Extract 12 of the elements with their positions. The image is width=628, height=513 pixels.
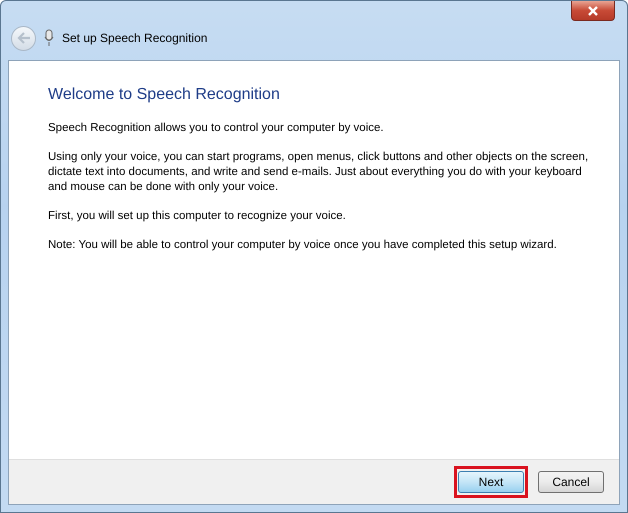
close-button[interactable] — [571, 1, 615, 21]
body-paragraph: First, you will set up this computer to recognize your voice. — [48, 209, 347, 224]
window-title: Set up Speech Recognition — [62, 30, 208, 47]
cancel-button[interactable]: Cancel — [538, 471, 604, 493]
next-button[interactable]: Next — [458, 471, 524, 493]
body-paragraph: Speech Recognition allows you to control your computer by voice. — [48, 121, 385, 136]
back-arrow-icon — [16, 32, 30, 44]
body-paragraph: Using only your voice, you can start programs, open menus, click buttons and other objects on the screen, dictate text into documents, and write and send e-mails. Just about everything you do with your keyboard and mouse can be done with only your voice. — [48, 150, 590, 195]
microphone-icon — [44, 29, 54, 47]
body-paragraph: Note: You will be able to control your computer by voice once you have completed this setup wizard. — [48, 238, 558, 253]
close-icon — [587, 6, 599, 16]
page-heading: Welcome to Speech Recognition — [48, 85, 281, 105]
